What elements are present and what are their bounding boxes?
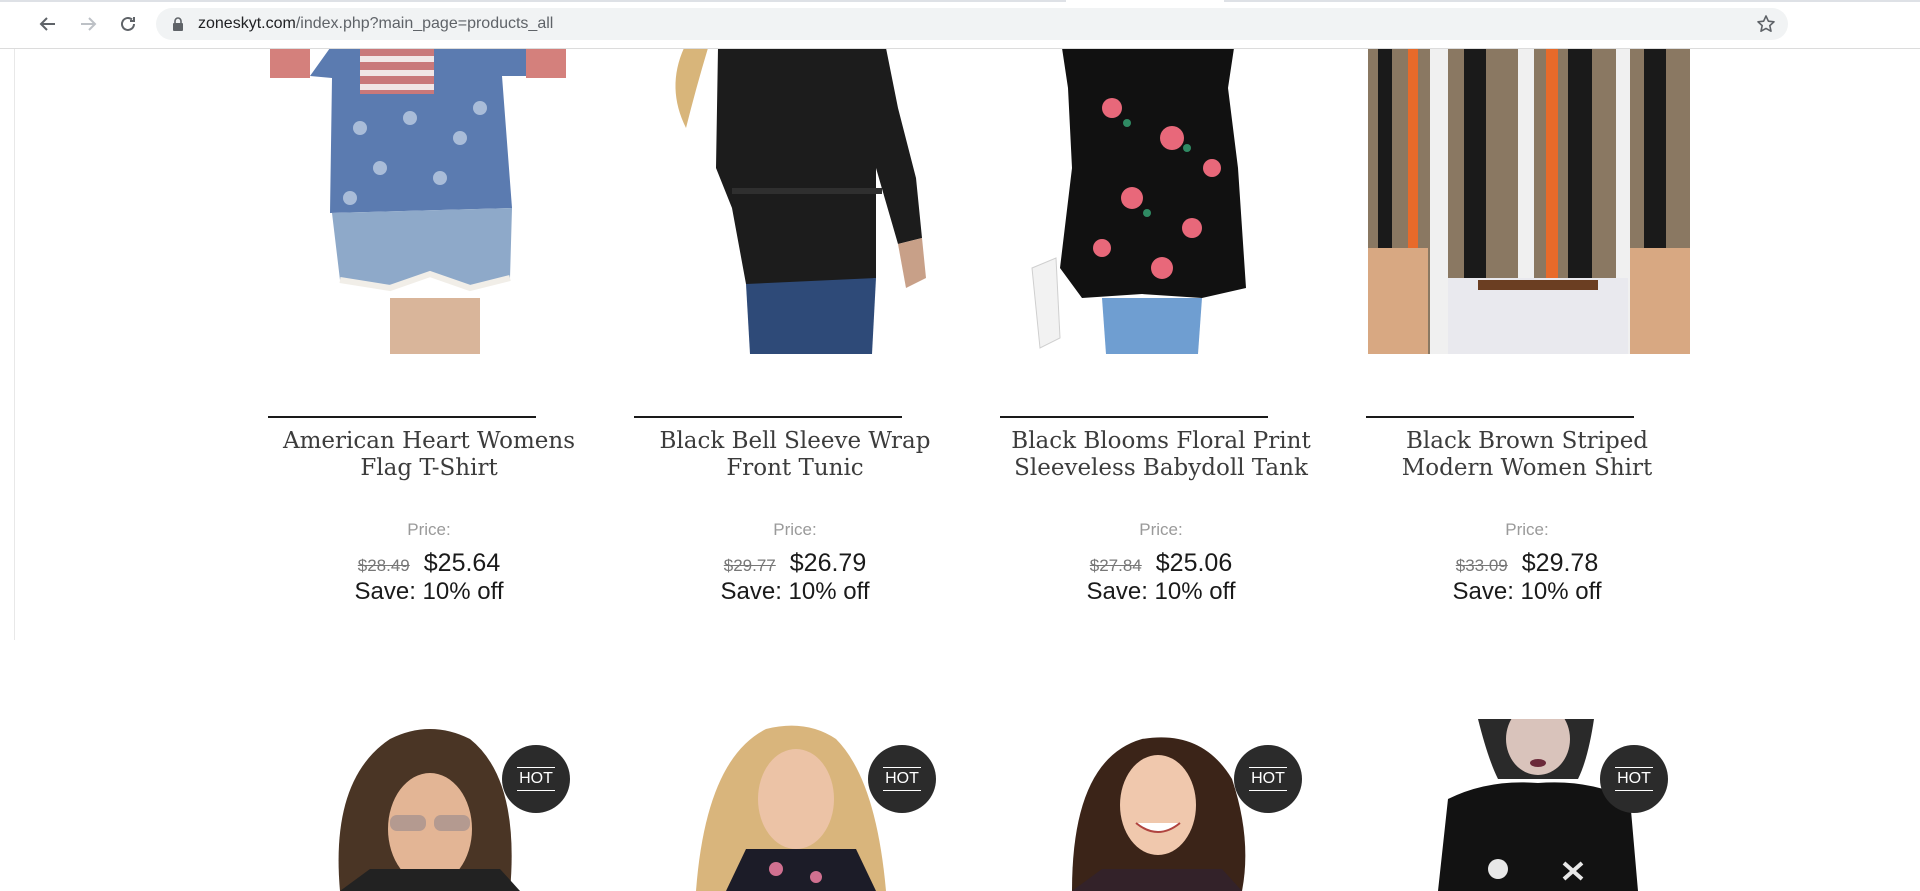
- tab-strip-edge: [0, 0, 1920, 2]
- active-tab-edge: [1066, 0, 1224, 2]
- hot-badge: HOT: [1600, 745, 1668, 813]
- hot-badge-text: HOT: [885, 770, 919, 787]
- discount-text: Save: 10% off: [1086, 578, 1236, 605]
- back-arrow-icon: [39, 17, 55, 31]
- sale-price: $29.78: [1521, 549, 1599, 577]
- product-card: Black Brown Striped Modern Women Shirt P…: [1366, 48, 1734, 608]
- discount-text: Save: 10% off: [354, 578, 504, 605]
- forward-button[interactable]: [74, 10, 102, 38]
- floral-tank-photo: [1002, 48, 1368, 354]
- page-left-border: [14, 48, 15, 640]
- product-name[interactable]: Black Brown Striped Modern Women Shirt: [1362, 428, 1692, 482]
- address-bar[interactable]: zoneskyt.com/index.php?main_page=product…: [156, 8, 1788, 40]
- reload-icon: [121, 16, 135, 31]
- price-label: Price:: [773, 520, 817, 539]
- product-card: American Heart Womens Flag T-Shirt Price…: [268, 48, 636, 608]
- product-image[interactable]: [270, 48, 636, 354]
- product-card: HOT: [636, 719, 1002, 891]
- url-text: zoneskyt.com/index.php?main_page=product…: [198, 8, 553, 40]
- hot-badge: HOT: [1234, 745, 1302, 813]
- bookmark-star-icon[interactable]: [1756, 14, 1776, 34]
- old-price: $33.09: [1455, 556, 1508, 575]
- product-name[interactable]: Black Blooms Floral Print Sleeveless Bab…: [996, 428, 1326, 482]
- price-label: Price:: [1139, 520, 1183, 539]
- product-image[interactable]: [1002, 719, 1368, 891]
- url-path: /index.php?main_page=products_all: [295, 15, 554, 32]
- badge-line: [883, 790, 921, 791]
- badge-line: [517, 790, 555, 791]
- product-image[interactable]: [1368, 719, 1734, 891]
- product-card: HOT: [1368, 719, 1734, 891]
- hot-badge: HOT: [502, 745, 570, 813]
- title-divider: [634, 416, 902, 418]
- product-card: Black Blooms Floral Print Sleeveless Bab…: [1000, 48, 1368, 608]
- forward-arrow-icon: [81, 17, 97, 31]
- price-row: $27.84 $25.06: [996, 549, 1326, 578]
- product-image[interactable]: [270, 719, 636, 891]
- price-row: $33.09 $29.78: [1362, 549, 1692, 578]
- striped-shirt-photo: [1368, 48, 1734, 354]
- title-divider: [1000, 416, 1268, 418]
- product-card: HOT: [270, 719, 636, 891]
- product-image[interactable]: [636, 48, 1002, 354]
- sale-price: $26.79: [789, 549, 867, 577]
- product-card: HOT: [1002, 719, 1368, 891]
- price-label: Price:: [407, 520, 451, 539]
- back-button[interactable]: [34, 10, 62, 38]
- price-row: $28.49 $25.64: [264, 549, 594, 578]
- hot-badge-text: HOT: [1617, 770, 1651, 787]
- old-price: $27.84: [1089, 556, 1142, 575]
- product-image[interactable]: [636, 719, 1002, 891]
- price-row: $29.77 $26.79: [630, 549, 960, 578]
- badge-line: [1615, 790, 1653, 791]
- hot-badge-text: HOT: [1251, 770, 1285, 787]
- product-name[interactable]: Black Bell Sleeve Wrap Front Tunic: [630, 428, 960, 482]
- product-image[interactable]: [1002, 48, 1368, 354]
- sale-price: $25.06: [1155, 549, 1233, 577]
- old-price: $29.77: [723, 556, 776, 575]
- lock-icon: [173, 17, 183, 31]
- discount-text: Save: 10% off: [1452, 578, 1602, 605]
- hot-badge-text: HOT: [519, 770, 553, 787]
- url-host: zoneskyt.com: [198, 15, 296, 32]
- title-divider: [268, 416, 536, 418]
- sale-price: $25.64: [423, 549, 501, 577]
- discount-text: Save: 10% off: [720, 578, 870, 605]
- reload-button[interactable]: [114, 10, 142, 38]
- black-tunic-photo: [636, 48, 1002, 354]
- product-image[interactable]: [1368, 48, 1734, 354]
- hot-badge: HOT: [868, 745, 936, 813]
- product-card: Black Bell Sleeve Wrap Front Tunic Price…: [634, 48, 1002, 608]
- badge-line: [1249, 790, 1287, 791]
- flag-tshirt-photo: [270, 48, 636, 354]
- price-label: Price:: [1505, 520, 1549, 539]
- browser-toolbar: zoneskyt.com/index.php?main_page=product…: [0, 0, 1920, 49]
- product-name[interactable]: American Heart Womens Flag T-Shirt: [264, 428, 594, 482]
- title-divider: [1366, 416, 1634, 418]
- old-price: $28.49: [357, 556, 410, 575]
